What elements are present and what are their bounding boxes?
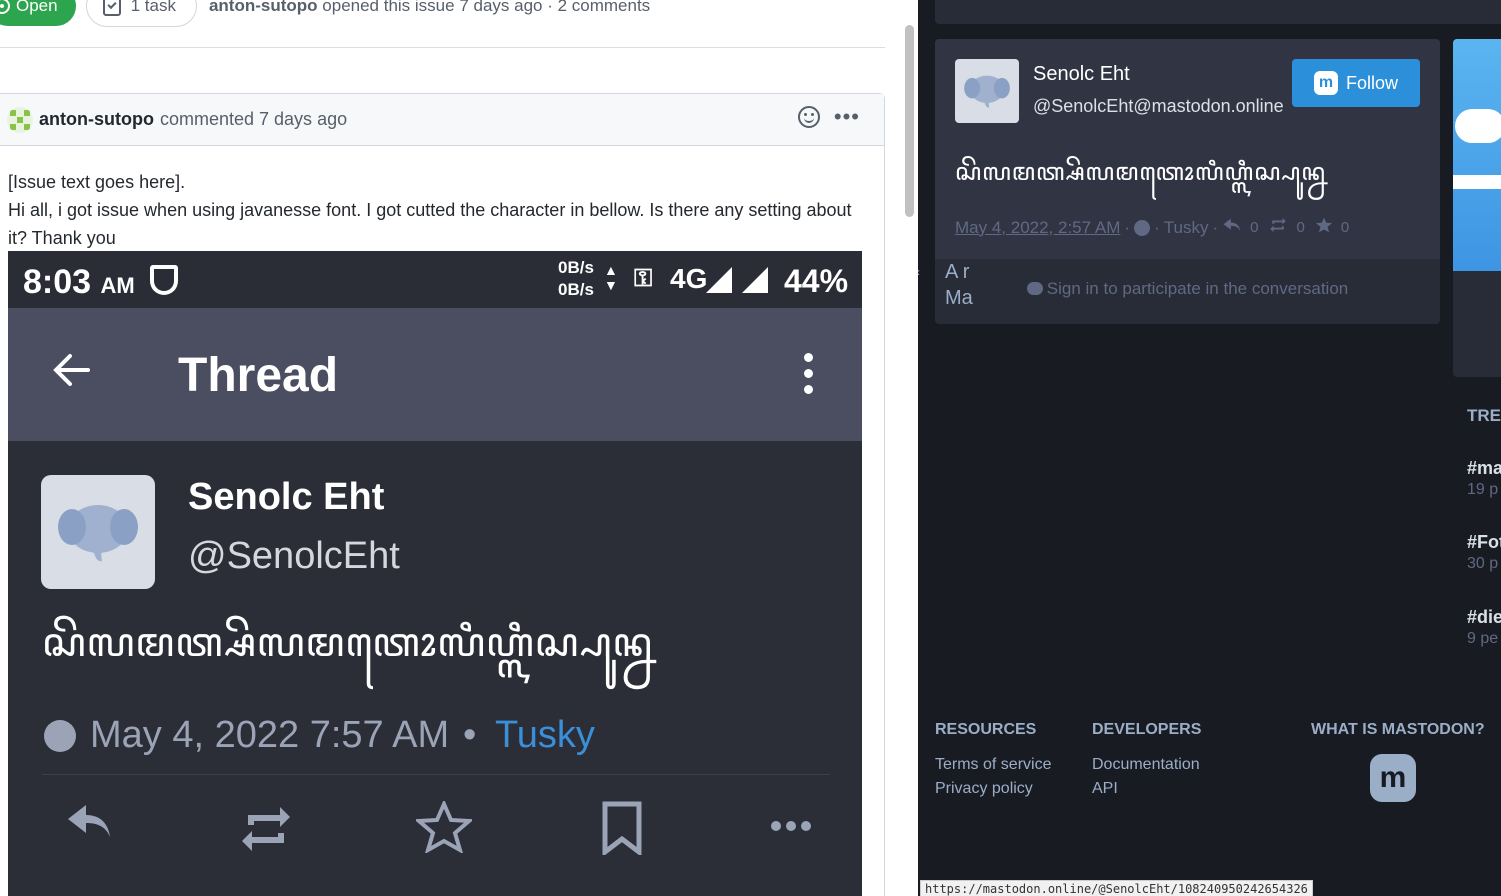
favourite-star-icon[interactable]	[1315, 216, 1333, 239]
globe-icon	[44, 720, 76, 752]
task-progress-button[interactable]: 1 task	[85, 0, 197, 27]
phone-toolbar-title: Thread	[178, 349, 339, 402]
status-text: ꦱꦼꦭꦩꦠ꧀ꦱꦼꦭꦩꦠꦺꦴꦭꦶꦲ꧀ꦭꦶꦱ꧀ꦥꦸꦤ꧀ꦤ	[955, 159, 1326, 186]
phone-display-name: Senolc Eht	[188, 476, 385, 518]
phone-post-app: Tusky	[495, 714, 595, 756]
github-issue-pane: Open 1 task anton-sutopo opened this iss…	[0, 0, 918, 896]
status-date-link[interactable]: May 4, 2022, 2:57 AM	[955, 218, 1120, 238]
bookmark-icon	[602, 801, 642, 860]
reply-icon[interactable]	[1222, 217, 1242, 238]
privacy-link[interactable]: Privacy policy	[935, 777, 1051, 801]
phone-status-bar: 8:03 AM 0B/s 0B/s ▲ ▼ ⚿ 4G × 44%	[8, 251, 862, 308]
issue-author-link[interactable]: anton-sutopo	[209, 0, 318, 15]
sign-in-link[interactable]: Sign in to participate in the conversati…	[935, 279, 1440, 299]
checklist-icon	[102, 0, 121, 16]
follow-label: Follow	[1345, 72, 1398, 93]
trend-item[interactable]: #Fot30 p	[1467, 532, 1501, 573]
shield-icon	[150, 265, 178, 295]
comment-time[interactable]: commented 7 days ago	[160, 109, 347, 130]
trend-item[interactable]: #die 9 pe	[1467, 607, 1501, 648]
status-app[interactable]: Tusky	[1164, 218, 1209, 238]
task-count: 1 task	[130, 0, 176, 15]
trending-heading: TREI	[1467, 406, 1501, 425]
reply-count: 0	[1250, 219, 1259, 236]
pane-edge-marker: ‹	[918, 265, 920, 279]
favourite-count: 0	[1340, 219, 1350, 236]
server-hero-image	[1453, 39, 1501, 271]
header-divider	[0, 47, 885, 48]
phone-net-speed: 0B/s 0B/s	[558, 258, 594, 299]
phone-handle: @SenolcEht	[188, 535, 400, 577]
follow-button[interactable]: m Follow	[1292, 59, 1420, 107]
comment-header: anton-sutopo commented 7 days ago •••	[0, 94, 884, 146]
footer-resources: RESOURCES Terms of service Privacy polic…	[935, 721, 1051, 801]
mastodon-logo-icon: m	[1313, 71, 1338, 95]
footer-what-is: WHAT IS MASTODON?	[1311, 721, 1485, 753]
phone-network-type: 4G	[670, 263, 708, 294]
comment-body: [Issue text goes here]. Hi all, i got is…	[0, 146, 860, 252]
add-reaction-icon[interactable]	[797, 106, 820, 128]
comment-bubble-icon	[1026, 282, 1043, 295]
issue-opened-text: opened this issue 7 days ago · 2 comment…	[322, 0, 651, 15]
vpn-key-icon: ⚿	[634, 265, 653, 292]
more-options-icon[interactable]: •••	[834, 106, 860, 128]
phone-avatar-elephant-icon	[41, 475, 155, 589]
status-detail: Senolc Eht @SenolcEht@mastodon.online m …	[935, 39, 1440, 259]
issue-state-badge: Open	[0, 0, 76, 26]
avatar[interactable]	[955, 59, 1019, 123]
scrollbar[interactable]	[905, 25, 914, 217]
phone-post-text: ꦱꦼꦭꦩꦠ꧀ꦱꦼꦭꦩꦠꦺꦴꦭꦶꦲ꧀ꦭꦶꦱ꧀ꦥꦸꦤ꧀ꦤ	[42, 621, 653, 665]
signal-icon	[706, 267, 732, 293]
overflow-menu-icon	[804, 353, 814, 401]
globe-icon	[1134, 219, 1151, 236]
comment-actions: •••	[797, 106, 860, 128]
mastodon-pane: Senolc Eht @SenolcEht@mastodon.online m …	[918, 0, 1501, 896]
account-handle[interactable]: @SenolcEht@mastodon.online	[1033, 96, 1284, 117]
documentation-link[interactable]: Documentation	[1092, 753, 1201, 777]
footer-heading-developers: DEVELOPERS	[1092, 721, 1202, 738]
footer-developers: DEVELOPERS Documentation API	[1092, 721, 1201, 801]
server-description: A r Ma	[945, 261, 973, 309]
comment-line-2: Hi all, i got issue when using javanesse…	[8, 200, 852, 248]
terms-link[interactable]: Terms of service	[935, 753, 1051, 777]
status-meta: May 4, 2022, 2:57 AM · · Tusky · 0 0 0	[955, 216, 1355, 239]
footer-heading-resources: RESOURCES	[935, 721, 1037, 738]
server-info-card	[1453, 39, 1501, 377]
comment-author-link[interactable]: anton-sutopo	[39, 109, 154, 130]
phone-toolbar: Thread	[8, 308, 862, 441]
more-actions-icon	[770, 819, 812, 838]
status-bar-url: https://mastodon.online/@SenolcEht/10824…	[920, 880, 1313, 896]
boost-count: 0	[1296, 219, 1305, 236]
phone-action-bar	[8, 799, 862, 871]
issue-open-icon	[0, 0, 10, 14]
favourite-star-icon	[413, 799, 475, 858]
data-arrows-icon: ▲ ▼	[604, 262, 618, 293]
boost-icon	[240, 801, 292, 862]
display-name[interactable]: Senolc Eht	[1033, 63, 1130, 86]
back-arrow-icon	[53, 354, 90, 386]
issue-meta: anton-sutopo opened this issue 7 days ag…	[209, 0, 650, 16]
phone-battery: 44%	[784, 263, 849, 299]
status-card: Senolc Eht @SenolcEht@mastodon.online m …	[935, 39, 1440, 324]
footer-heading-what-is: WHAT IS MASTODON?	[1311, 721, 1485, 738]
comment-line-1: [Issue text goes here].	[8, 172, 186, 192]
phone-post-date: May 4, 2022 7:57 AM	[90, 714, 450, 756]
attached-screenshot[interactable]: 8:03 AM 0B/s 0B/s ▲▼ ⚿ 4G × 44% Thread	[8, 251, 862, 896]
trend-item[interactable]: #ma 19 p	[1467, 458, 1501, 499]
avatar[interactable]	[7, 106, 33, 133]
mastodon-logo-icon[interactable]: m	[1370, 754, 1416, 802]
issue-header: Open 1 task anton-sutopo opened this iss…	[0, 0, 650, 28]
phone-clock: 8:03 AM	[23, 263, 135, 301]
boost-icon[interactable]	[1268, 216, 1288, 239]
mastodon-top-bar	[935, 0, 1501, 24]
phone-meta-separator: •	[463, 714, 477, 756]
issue-state-label: Open	[16, 0, 58, 15]
reply-icon	[66, 801, 112, 846]
phone-divider	[42, 774, 830, 775]
api-link[interactable]: API	[1092, 777, 1201, 801]
